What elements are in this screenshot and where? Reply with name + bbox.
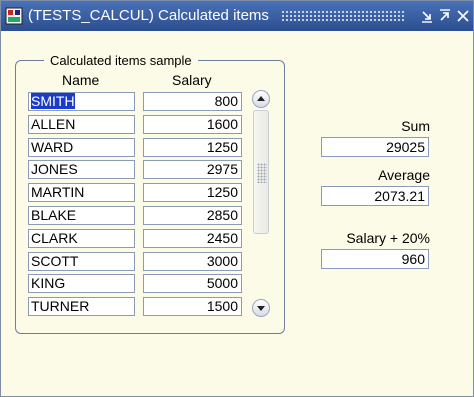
salary-field[interactable]: 1500: [143, 297, 242, 316]
name-field[interactable]: TURNER: [28, 297, 135, 316]
scroll-thumb[interactable]: [253, 110, 269, 234]
average-label: Average: [378, 167, 430, 183]
minimize-icon[interactable]: [419, 8, 435, 24]
salary-field[interactable]: 2450: [143, 229, 242, 248]
name-value: TURNER: [31, 298, 90, 314]
scroll-thumb-grip: [257, 163, 267, 183]
name-value: MARTIN: [31, 184, 85, 200]
name-field[interactable]: WARD: [28, 138, 135, 157]
name-value: BLAKE: [31, 207, 77, 223]
salary-field[interactable]: 1250: [143, 183, 242, 202]
close-icon[interactable]: [455, 8, 471, 24]
salary-field[interactable]: 1250: [143, 138, 242, 157]
name-value: ALLEN: [31, 116, 76, 132]
sum-field[interactable]: 29025: [321, 137, 429, 157]
frame-title: Calculated items sample: [44, 53, 198, 68]
arrow-up-icon: [257, 96, 265, 101]
name-column-header: Name: [62, 72, 100, 88]
name-field[interactable]: ALLEN: [28, 115, 135, 134]
maximize-icon[interactable]: [437, 8, 453, 24]
sum-label: Sum: [401, 118, 430, 134]
salary-field[interactable]: 3000: [143, 252, 242, 271]
name-value: JONES: [31, 161, 78, 177]
scroll-down-button[interactable]: [252, 299, 270, 317]
name-value: CLARK: [31, 230, 78, 246]
name-field[interactable]: CLARK: [28, 229, 135, 248]
name-value: WARD: [31, 139, 74, 155]
name-field[interactable]: SCOTT: [28, 252, 135, 271]
name-field[interactable]: MARTIN: [28, 183, 135, 202]
name-value: SMITH: [31, 93, 75, 109]
scroll-up-button[interactable]: [252, 90, 270, 108]
name-field[interactable]: KING: [28, 274, 135, 293]
salary-plus-20-field[interactable]: 960: [321, 249, 429, 269]
salary-field[interactable]: 2850: [143, 206, 242, 225]
salary-field[interactable]: 800: [143, 92, 242, 111]
average-field[interactable]: 2073.21: [321, 186, 429, 206]
arrow-down-icon: [257, 306, 265, 311]
salary-column-header: Salary: [172, 72, 212, 88]
app-icon: [5, 7, 23, 25]
name-field[interactable]: BLAKE: [28, 206, 135, 225]
title-grip: [281, 10, 406, 22]
name-field[interactable]: SMITH: [28, 92, 135, 111]
salary-field[interactable]: 1600: [143, 115, 242, 134]
salary-plus-20-label: Salary + 20%: [346, 230, 430, 246]
salary-field[interactable]: 5000: [143, 274, 242, 293]
rows-scrollbar[interactable]: [252, 90, 270, 318]
salary-field[interactable]: 2975: [143, 160, 242, 179]
name-value: SCOTT: [31, 253, 79, 269]
title-bar[interactable]: (TESTS_CALCUL) Calculated items: [1, 1, 473, 31]
window-title: (TESTS_CALCUL) Calculated items: [28, 7, 269, 24]
name-value: KING: [31, 275, 66, 291]
name-field[interactable]: JONES: [28, 160, 135, 179]
